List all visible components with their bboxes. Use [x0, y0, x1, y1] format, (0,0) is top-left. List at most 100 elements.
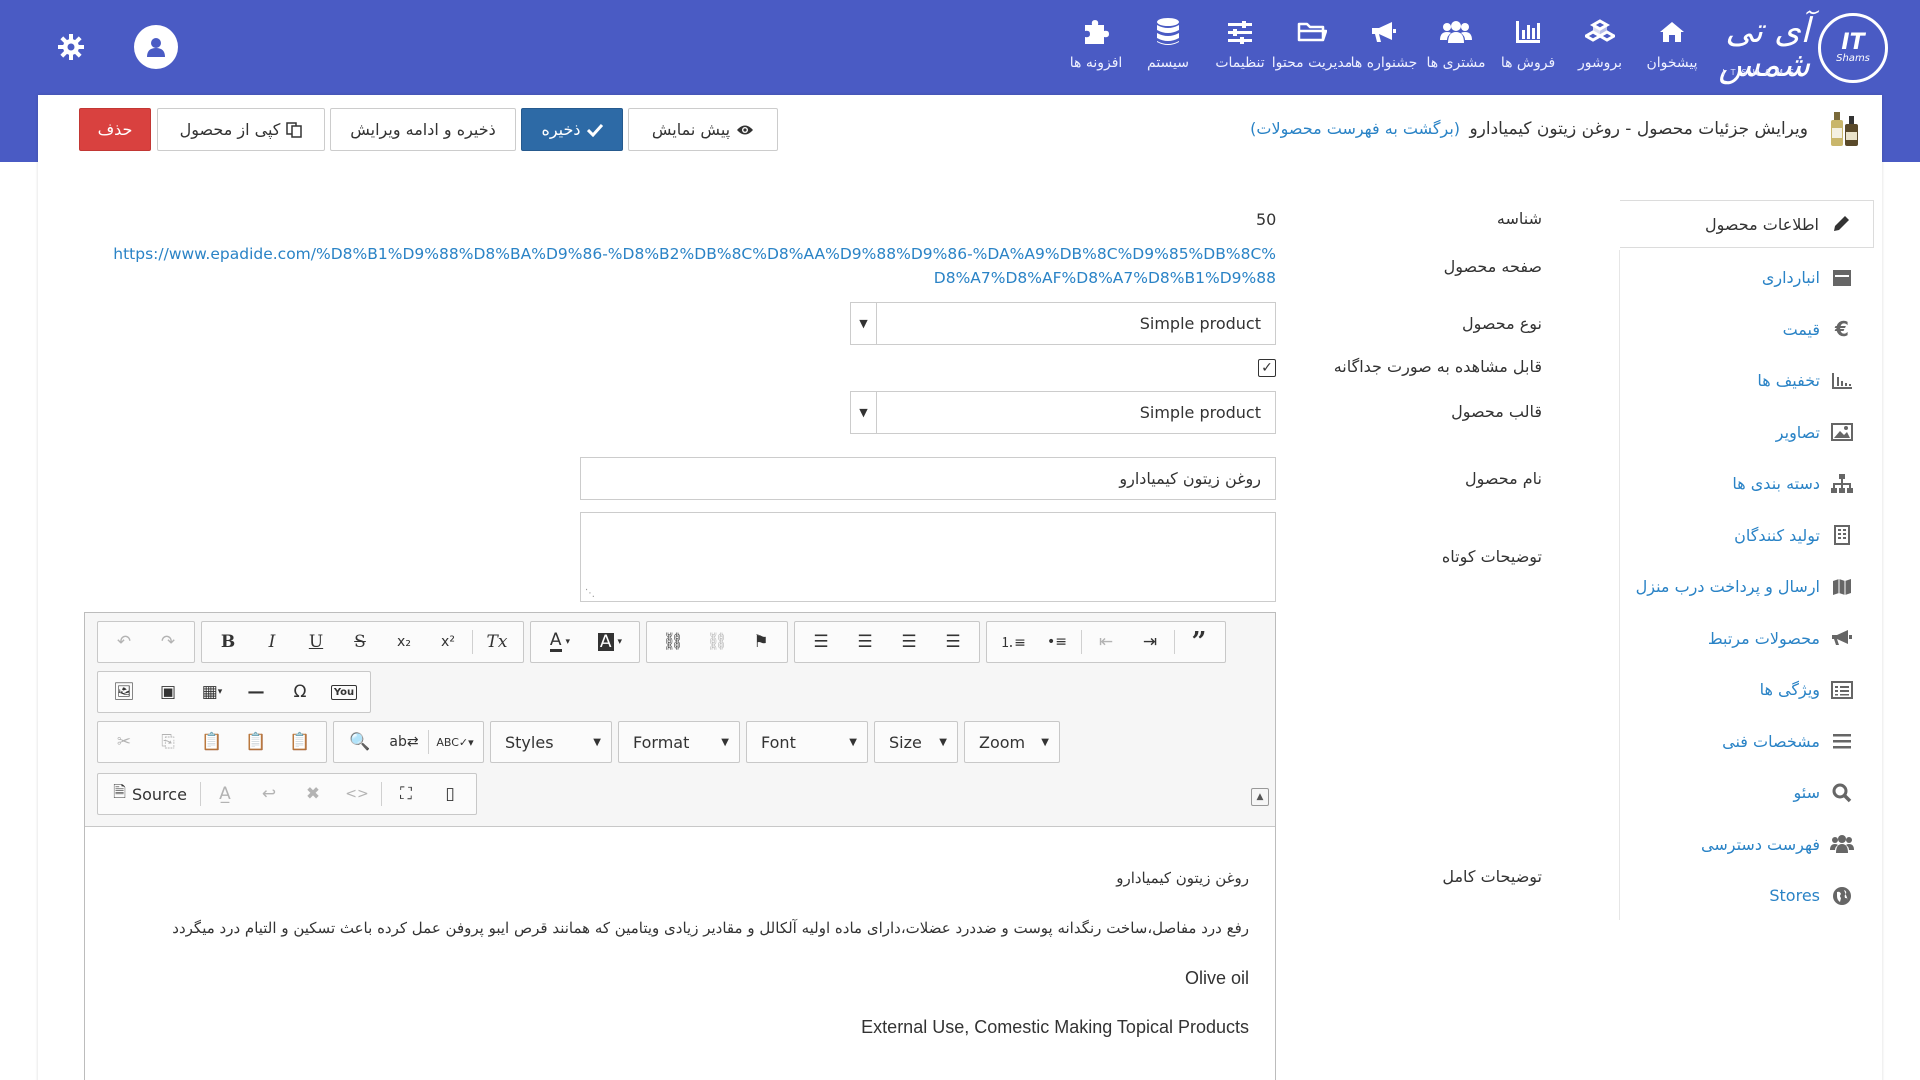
nav-dashboard[interactable]: پیشخوان [1636, 16, 1708, 71]
product-type-select[interactable]: ▼ Simple product [850, 302, 1276, 345]
indent-icon[interactable]: ⇥ [1128, 625, 1172, 659]
background-color-icon[interactable]: A ▾ [585, 625, 635, 659]
format-combo[interactable]: Format ▼ [618, 721, 740, 763]
outdent-icon[interactable]: ⇤ [1084, 625, 1128, 659]
align-justify-icon[interactable]: ☰ [931, 625, 975, 659]
sidebar-item-inventory[interactable]: انبارداری [1620, 252, 1874, 304]
paste-text-icon[interactable]: 📋 [234, 725, 278, 759]
nav-content[interactable]: مدیریت محتوا [1272, 16, 1352, 71]
chevron-down-icon: ▼ [851, 392, 877, 433]
numbered-list-icon[interactable]: ⒈≡ [991, 625, 1035, 659]
sidebar-item-attributes[interactable]: ویژگی ها [1620, 664, 1874, 716]
chevron-down-icon: ▼ [721, 736, 729, 748]
code-icon[interactable]: <> [335, 777, 379, 811]
full-description-label: توضیحات کامل [1442, 867, 1542, 886]
underline-icon[interactable]: U [294, 625, 338, 659]
zoom-combo[interactable]: Zoom ▼ [964, 721, 1060, 763]
document-group: 🗎 Source A̲ ↩ ✖ <> ⛶ ▯ [97, 773, 477, 815]
sidebar-item-manufacturers[interactable]: تولید کنندگان [1620, 510, 1874, 562]
bulleted-list-icon[interactable]: •≡ [1035, 625, 1079, 659]
nav-sales[interactable]: فروش ها [1492, 16, 1564, 71]
paste-icon[interactable]: 📋 [190, 725, 234, 759]
unlink-icon[interactable]: ⛓ [695, 625, 739, 659]
sidebar-item-shipping[interactable]: ارسال و پرداخت درب منزل [1620, 561, 1874, 613]
nav-system[interactable]: سیستم [1132, 16, 1204, 71]
sidebar-item-related[interactable]: محصولات مرتبط [1620, 613, 1874, 665]
subscript-icon[interactable]: x₂ [382, 625, 426, 659]
collapse-toolbar-icon[interactable]: ▲ [1251, 788, 1269, 806]
product-name-input[interactable]: روغن زیتون کیمیادارو [580, 457, 1276, 500]
sidebar-item-specifications[interactable]: مشخصات فنی [1620, 716, 1874, 768]
nav-promotions[interactable]: جشنواره ها [1348, 16, 1420, 71]
paste-word-icon[interactable]: 📋 [278, 725, 322, 759]
copy-product-button[interactable]: کپی از محصول [157, 108, 325, 151]
undo-icon[interactable]: ↶ [102, 625, 146, 659]
find-icon[interactable]: 🔍 [338, 725, 382, 759]
undo-format-icon[interactable]: ↩ [247, 777, 291, 811]
styles-combo[interactable]: Styles ▼ [490, 721, 612, 763]
italic-icon[interactable]: I [250, 625, 294, 659]
table-icon[interactable]: ▦ ▾ [190, 675, 234, 709]
sidebar-item-images[interactable]: تصاویر [1620, 407, 1874, 459]
blockquote-icon[interactable]: ” [1177, 625, 1221, 659]
visible-individually-checkbox[interactable]: ✓ [1258, 359, 1276, 377]
bold-icon[interactable]: B [206, 625, 250, 659]
horizontal-line-icon[interactable]: — [234, 675, 278, 709]
source-button[interactable]: 🗎 Source [102, 777, 198, 811]
youtube-icon[interactable]: You [322, 675, 366, 709]
users-icon [1830, 832, 1854, 856]
user-avatar[interactable] [134, 25, 178, 69]
sidebar-item-price[interactable]: € قیمت [1620, 304, 1874, 356]
nav-settings[interactable]: تنظیمات [1204, 16, 1276, 71]
strikethrough-icon[interactable]: S [338, 625, 382, 659]
copy-icon[interactable]: ⎘ [146, 725, 190, 759]
save-continue-button[interactable]: ذخیره و ادامه ویرایش [330, 108, 516, 151]
redo-icon[interactable]: ↷ [146, 625, 190, 659]
nav-plugins[interactable]: افزونه ها [1060, 16, 1132, 71]
product-page-link[interactable]: https://www.epadide.com/%D8%B1%D9%88%D8%… [108, 242, 1276, 290]
superscript-icon[interactable]: x² [426, 625, 470, 659]
remove-icon[interactable]: ✖ [291, 777, 335, 811]
back-to-list-link[interactable]: (برگشت به فهرست محصولات) [1250, 119, 1460, 138]
save-button[interactable]: ذخیره [521, 108, 623, 151]
resize-handle-icon[interactable]: ⋰ [585, 588, 595, 599]
editor-content-area[interactable]: روغن زیتون کیمیادارو رفع درد مفاصل،ساخت … [85, 826, 1275, 1080]
replace-icon[interactable]: ab⇄ [382, 725, 426, 759]
sidebar-item-discounts[interactable]: تخفیف ها [1620, 355, 1874, 407]
main-nav: پیشخوان بروشور فروش ها مشتری ها جشنواره … [1060, 16, 1708, 71]
toolbar-separator [200, 782, 201, 806]
iframe-icon[interactable]: ▣ [146, 675, 190, 709]
spellcheck-icon[interactable]: ABC✓▾ [431, 725, 479, 759]
show-blocks-icon[interactable]: ▯ [428, 777, 472, 811]
maximize-icon[interactable]: ⛶ [384, 777, 428, 811]
page-title-text: ویرایش جزئیات محصول - روغن زیتون کیمیادا… [1469, 119, 1808, 139]
nav-customers[interactable]: مشتری ها [1420, 16, 1492, 71]
delete-button[interactable]: حذف [79, 108, 151, 151]
size-combo[interactable]: Size ▼ [874, 721, 958, 763]
toolbar-separator [428, 730, 429, 754]
gear-icon[interactable] [57, 33, 85, 61]
image-icon[interactable]: 🖼 [102, 675, 146, 709]
align-left-icon[interactable]: ☰ [799, 625, 843, 659]
nav-brochure[interactable]: بروشور [1564, 16, 1636, 71]
sidebar-item-product-info[interactable]: اطلاعات محصول [1620, 200, 1874, 248]
bullhorn-icon [1830, 626, 1854, 650]
short-description-textarea[interactable]: ⋰ [580, 512, 1276, 602]
preview-button[interactable]: پیش نمایش [628, 108, 778, 151]
sidebar-item-categories[interactable]: دسته بندی ها [1620, 458, 1874, 510]
font-combo[interactable]: Font ▼ [746, 721, 868, 763]
anchor-flag-icon[interactable]: ⚑ [739, 625, 783, 659]
sidebar-item-acl[interactable]: فهرست دسترسی [1620, 819, 1874, 871]
align-center-icon[interactable]: ☰ [843, 625, 887, 659]
sidebar-item-stores[interactable]: Stores [1620, 870, 1874, 922]
cut-icon[interactable]: ✂ [102, 725, 146, 759]
product-template-select[interactable]: ▼ Simple product [850, 391, 1276, 434]
text-color-icon[interactable]: A ▾ [535, 625, 585, 659]
special-char-omega-icon[interactable]: Ω [278, 675, 322, 709]
link-icon[interactable]: ⛓ [651, 625, 695, 659]
sidebar-item-seo[interactable]: سئو [1620, 767, 1874, 819]
align-right-icon[interactable]: ☰ [887, 625, 931, 659]
copy-icon [286, 121, 303, 138]
auto-format-icon[interactable]: A̲ [203, 777, 247, 811]
remove-format-icon[interactable]: Tx [475, 625, 519, 659]
